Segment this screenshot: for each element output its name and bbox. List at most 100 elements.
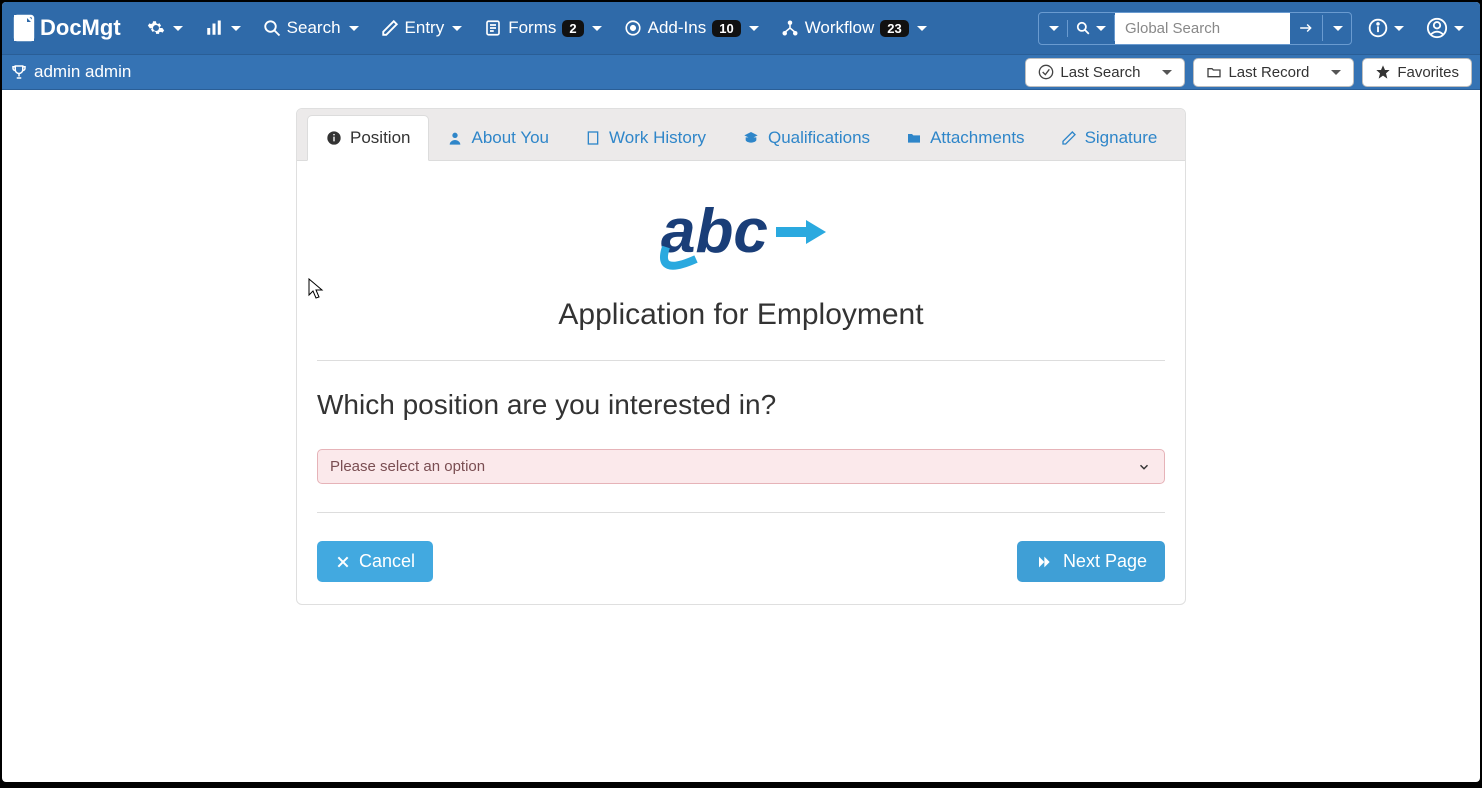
app-name: DocMgt (40, 15, 121, 41)
tab-label: Work History (609, 128, 706, 148)
edit-icon (381, 19, 399, 37)
tab-qualifications[interactable]: Qualifications (724, 115, 888, 160)
tab-signature[interactable]: Signature (1043, 115, 1176, 160)
search-menu-label: Search (287, 18, 341, 38)
tab-attachments[interactable]: Attachments (888, 115, 1043, 160)
caret-down-icon (1454, 26, 1464, 31)
abc-logo-icon: abc (656, 187, 826, 277)
caret-down-icon (1049, 26, 1059, 31)
cancel-button[interactable]: Cancel (317, 541, 433, 582)
caret-down-icon (452, 26, 462, 31)
favorites-button[interactable]: Favorites (1362, 58, 1472, 87)
caret-down-icon (231, 26, 241, 31)
user-circle-icon (1426, 17, 1448, 39)
last-record-button[interactable]: Last Record (1193, 58, 1354, 87)
workflow-menu[interactable]: Workflow 23 (773, 12, 935, 44)
addins-menu[interactable]: Add-Ins 10 (616, 12, 767, 44)
tab-about-you[interactable]: About You (429, 115, 567, 160)
tab-label: Attachments (930, 128, 1025, 148)
next-page-button[interactable]: Next Page (1017, 541, 1165, 582)
search-options-button[interactable] (1323, 20, 1351, 37)
search-icon (263, 19, 281, 37)
workflow-icon (781, 19, 799, 37)
tab-label: Qualifications (768, 128, 870, 148)
help-menu[interactable] (1362, 12, 1410, 44)
form-icon (484, 19, 502, 37)
user-icon (447, 130, 463, 146)
forms-menu-label: Forms (508, 18, 556, 38)
caret-down-icon (1333, 26, 1343, 31)
workflow-badge: 23 (880, 20, 908, 37)
close-icon (335, 554, 351, 570)
workflow-menu-label: Workflow (805, 18, 875, 38)
caret-down-icon (749, 26, 759, 31)
current-user-name: admin admin (34, 62, 131, 82)
divider (317, 512, 1165, 513)
info-icon (1368, 18, 1388, 38)
star-icon (1375, 64, 1391, 80)
form-title: Application for Employment (317, 298, 1165, 332)
tab-position[interactable]: Position (307, 115, 429, 161)
form-tabs: Position About You Work History Qualific… (297, 109, 1185, 161)
info-solid-icon (326, 130, 342, 146)
sub-navbar: admin admin Last Search Last Record Favo… (2, 54, 1480, 90)
tab-label: Signature (1085, 128, 1158, 148)
addin-icon (624, 19, 642, 37)
caret-down-icon (1394, 26, 1404, 31)
tab-label: About You (471, 128, 549, 148)
last-record-label: Last Record (1228, 64, 1309, 81)
addins-menu-label: Add-Ins (648, 18, 707, 38)
forms-menu[interactable]: Forms 2 (476, 12, 609, 44)
search-type-left[interactable] (1039, 20, 1068, 37)
caret-down-icon (173, 26, 183, 31)
graduation-cap-icon (742, 130, 760, 146)
search-go-button[interactable] (1290, 15, 1323, 41)
caret-down-icon (1331, 70, 1341, 75)
caret-down-icon (1162, 70, 1172, 75)
gear-icon (147, 19, 165, 37)
svg-text:abc: abc (661, 197, 768, 266)
caret-down-icon (1096, 26, 1106, 31)
cancel-label: Cancel (359, 551, 415, 572)
entry-menu[interactable]: Entry (373, 12, 471, 44)
app-logo[interactable]: DocMgt (12, 14, 121, 42)
search-icon (1076, 21, 1090, 35)
global-search-group (1038, 12, 1352, 45)
arrow-right-icon (1298, 21, 1314, 35)
divider (317, 360, 1165, 361)
top-navbar: DocMgt Search Entry Fo (2, 2, 1480, 54)
tab-work-history[interactable]: Work History (567, 115, 724, 160)
building-icon (585, 130, 601, 146)
content-area: Position About You Work History Qualific… (2, 90, 1480, 623)
search-scope-button[interactable] (1068, 15, 1115, 41)
chart-menu[interactable] (197, 13, 249, 43)
forms-badge: 2 (562, 20, 583, 37)
form-question: Which position are you interested in? (317, 389, 1165, 421)
position-select[interactable]: Please select an option (317, 449, 1165, 484)
check-circle-icon (1038, 64, 1054, 80)
global-search-input[interactable] (1115, 13, 1290, 44)
bar-chart-icon (205, 19, 223, 37)
entry-menu-label: Entry (405, 18, 445, 38)
addins-badge: 10 (712, 20, 740, 37)
search-menu[interactable]: Search (255, 12, 367, 44)
main-menu: Search Entry Forms 2 Add-Ins 10 (139, 12, 935, 44)
trophy-icon (10, 63, 28, 81)
favorites-label: Favorites (1397, 64, 1459, 81)
settings-menu[interactable] (139, 13, 191, 43)
document-icon (12, 14, 36, 42)
caret-down-icon (592, 26, 602, 31)
forward-icon (1035, 554, 1055, 570)
folder-icon (906, 130, 922, 146)
last-search-label: Last Search (1060, 64, 1140, 81)
caret-down-icon (349, 26, 359, 31)
next-label: Next Page (1063, 551, 1147, 572)
user-menu[interactable] (1420, 11, 1470, 45)
current-user: admin admin (10, 62, 131, 82)
folder-open-icon (1206, 64, 1222, 80)
signature-icon (1061, 130, 1077, 146)
caret-down-icon (917, 26, 927, 31)
last-search-button[interactable]: Last Search (1025, 58, 1185, 87)
company-logo: abc (317, 187, 1165, 282)
form-panel: Position About You Work History Qualific… (296, 108, 1186, 605)
